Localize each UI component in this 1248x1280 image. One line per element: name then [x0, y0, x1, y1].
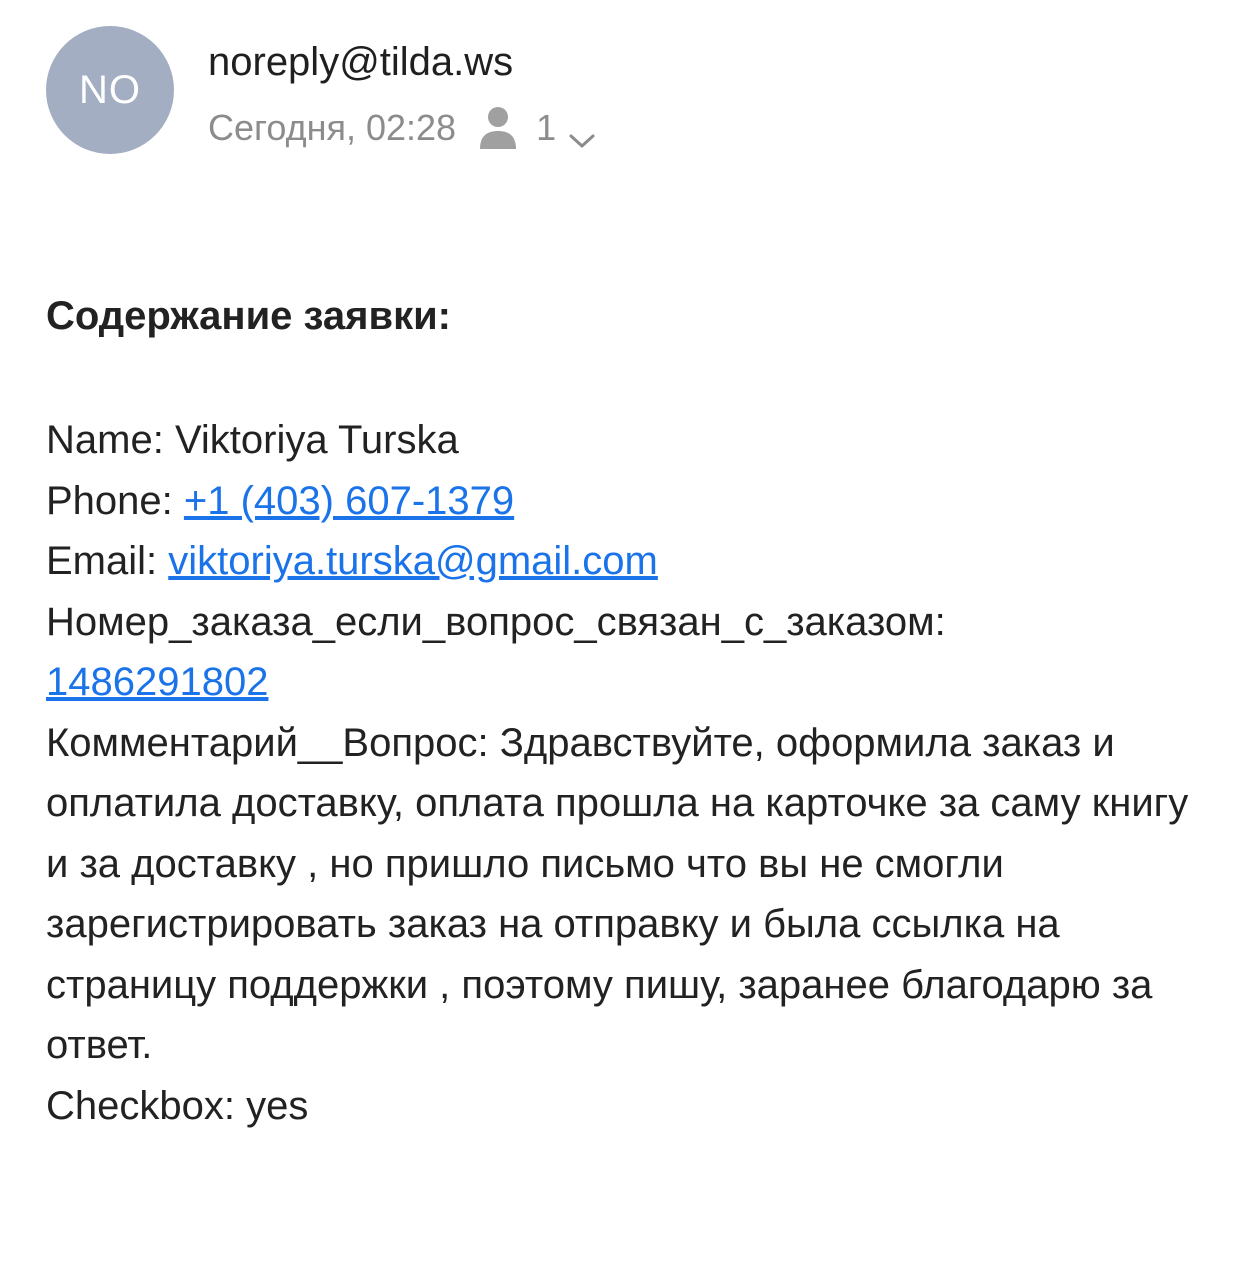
phone-field: Phone: +1 (403) 607-1379	[46, 471, 1206, 532]
comment-field: Комментарий__Вопрос: Здравствуйте, оформ…	[46, 713, 1206, 1076]
comment-label: Комментарий__Вопрос:	[46, 720, 500, 765]
chevron-down-icon[interactable]	[568, 118, 596, 148]
person-icon	[478, 105, 518, 151]
phone-label: Phone:	[46, 478, 184, 523]
order-label: Номер_заказа_если_вопрос_связан_с_заказо…	[46, 599, 946, 644]
sender-avatar[interactable]: NO	[46, 26, 174, 154]
order-number-line: 1486291802	[46, 652, 1206, 713]
checkbox-field: Checkbox: yes	[46, 1076, 1206, 1137]
email-field: Email: viktoriya.turska@gmail.com	[46, 531, 1206, 592]
email-meta[interactable]: Сегодня, 02:28 1	[208, 102, 596, 154]
checkbox-value: yes	[246, 1083, 309, 1128]
phone-link[interactable]: +1 (403) 607-1379	[184, 479, 514, 523]
form-fields: Name: Viktoriya Turska Phone: +1 (403) 6…	[46, 410, 1206, 1136]
email-link[interactable]: viktoriya.turska@gmail.com	[168, 539, 658, 583]
email-header: NO noreply@tilda.ws Сегодня, 02:28 1	[46, 26, 1196, 156]
message-title: Содержание заявки:	[46, 294, 451, 338]
name-label: Name:	[46, 418, 175, 462]
email-label: Email:	[46, 539, 169, 583]
name-value: Viktoriya Turska	[174, 418, 459, 462]
recipients-count: 1	[536, 107, 557, 148]
order-number-link[interactable]: 1486291802	[46, 660, 268, 704]
comment-value: Здравствуйте, оформила заказ и оплатила …	[46, 720, 1189, 1068]
email-date: Сегодня, 02:28	[208, 107, 457, 148]
name-field: Name: Viktoriya Turska	[46, 410, 1206, 471]
sender-address[interactable]: noreply@tilda.ws	[208, 38, 513, 86]
order-field: Номер_заказа_если_вопрос_связан_с_заказо…	[46, 592, 1206, 653]
checkbox-label: Checkbox:	[46, 1083, 247, 1128]
email-body: Содержание заявки: Name: Viktoriya Tursk…	[46, 290, 1206, 1136]
